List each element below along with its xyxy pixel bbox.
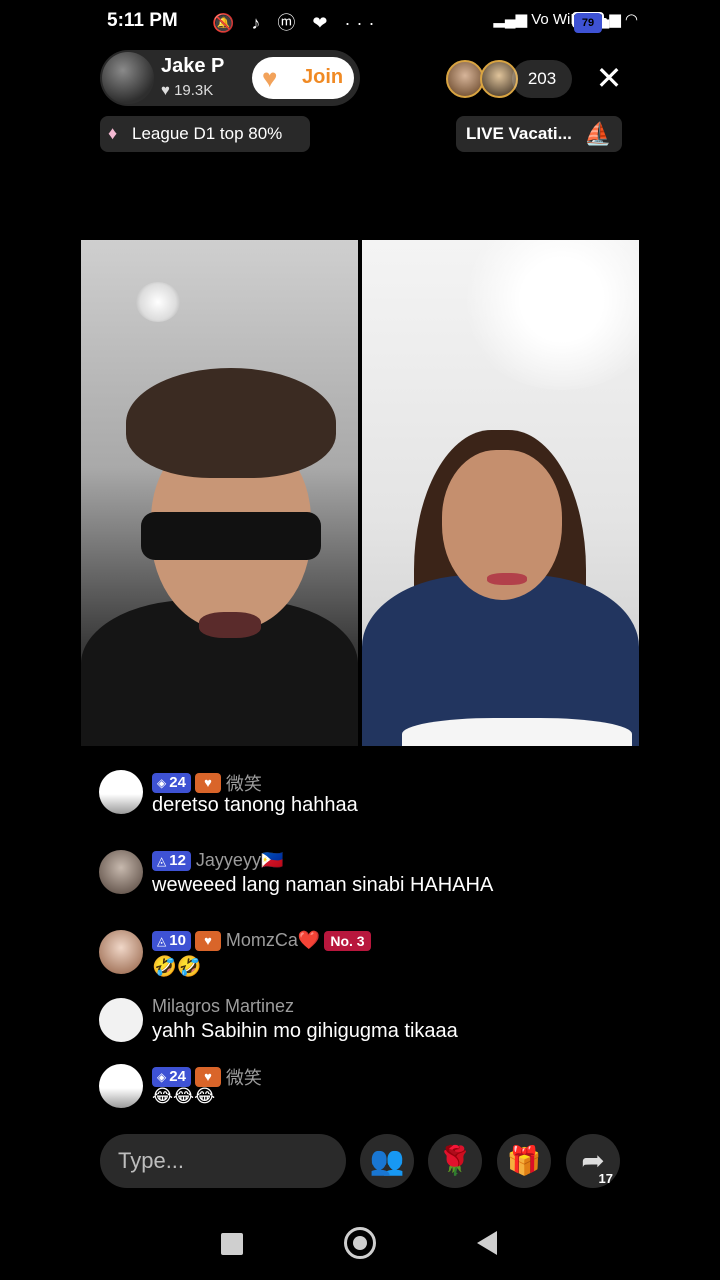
- viewer-count[interactable]: 203: [512, 60, 572, 98]
- commenter-name[interactable]: MomzCa❤️: [226, 930, 320, 951]
- commenter-avatar[interactable]: [99, 770, 143, 814]
- commenter-avatar[interactable]: [99, 1064, 143, 1108]
- sailboat-icon: ⛵: [584, 121, 612, 146]
- gift-icon: 🎁: [506, 1145, 542, 1176]
- blanket: [402, 718, 632, 746]
- commenter-avatar[interactable]: [99, 930, 143, 974]
- level-icon: ◬: [157, 853, 167, 868]
- level-icon: ◬: [157, 933, 167, 948]
- comment-text: weweeed lang naman sinabi HAHAHA: [152, 874, 494, 896]
- level-badge: ◈ 24: [152, 773, 191, 793]
- level-badge: ◬ 12: [152, 850, 191, 871]
- rose-gift-button[interactable]: 🌹: [428, 1134, 482, 1188]
- host-name: Jake P: [161, 55, 225, 77]
- commenter-name[interactable]: Jayyeyy🇵🇭: [196, 850, 283, 871]
- level-icon: ◈: [157, 1070, 167, 1084]
- guest-lips: [487, 573, 527, 585]
- heart-icon: ♥: [161, 82, 170, 99]
- share-count: 17: [598, 1171, 613, 1186]
- sunglasses: [141, 512, 321, 560]
- light-glow: [457, 240, 639, 390]
- fan-badge-icon: ♥: [194, 930, 221, 951]
- signal-wifi-indicator: ▂▄▆ Vo WiFi ▂▄▆ ◠: [493, 11, 638, 28]
- back-icon[interactable]: [477, 1231, 497, 1255]
- league-text: League D1 top 80%: [132, 124, 283, 143]
- comment-text: yahh Sabihin mo gihigugma tikaaa: [152, 1020, 458, 1042]
- join-heart-icon: ♥: [262, 63, 278, 93]
- fan-badge-icon: ♥: [194, 1067, 221, 1087]
- commenter-name[interactable]: 微笑: [226, 770, 262, 796]
- top-viewer-avatar[interactable]: [446, 60, 484, 98]
- commenter-name[interactable]: 微笑: [226, 1064, 262, 1090]
- rose-icon: 🌹: [437, 1145, 473, 1176]
- gift-button[interactable]: 🎁: [497, 1134, 551, 1188]
- status-time: 5:11 PM: [107, 10, 178, 31]
- diamond-icon: ♦: [108, 123, 118, 143]
- battery-level: 79: [574, 13, 602, 33]
- host-likes: ♥ 19.3K: [161, 82, 213, 99]
- comment-badges: ◈ 24 ♥ 微笑: [152, 770, 262, 794]
- home-icon[interactable]: [344, 1227, 376, 1259]
- share-button[interactable]: ➦ 17: [566, 1134, 620, 1188]
- comment-badges: ◬ 12 Jayyeyy🇵🇭: [152, 850, 283, 872]
- fan-badge-icon: ♥: [194, 773, 221, 793]
- join-label: Join: [302, 66, 344, 88]
- host-avatar[interactable]: [102, 52, 154, 104]
- people-icon: 👥: [369, 1145, 405, 1176]
- league-badge[interactable]: ♦ League D1 top 80%: [100, 116, 310, 152]
- close-icon[interactable]: ✕: [592, 60, 626, 96]
- level-number: 24: [169, 1068, 186, 1085]
- commenter-avatar[interactable]: [99, 850, 143, 894]
- host-info[interactable]: Jake P ♥ 19.3K ♥ Join: [100, 50, 360, 106]
- comment-input[interactable]: Type...: [100, 1134, 346, 1188]
- comment-badges: ◈ 24 ♥ 微笑: [152, 1064, 262, 1088]
- host-likes-count: 19.3K: [174, 82, 214, 99]
- host-mouth: [199, 612, 261, 638]
- comment-item[interactable]: ◬ 12 Jayyeyy🇵🇭 weweeed lang naman sinabi H…: [99, 850, 619, 900]
- level-icon: ◈: [157, 776, 167, 790]
- commenter-avatar[interactable]: [99, 998, 143, 1042]
- host-hair: [126, 368, 336, 478]
- comment-badges: ◬ 10 ♥ MomzCa❤️ No. 3: [152, 930, 371, 952]
- level-badge: ◈ 24: [152, 1067, 191, 1087]
- comment-text: 😂😂😂: [152, 1086, 216, 1106]
- comment-item[interactable]: Milagros Martinez yahh Sabihin mo gihigu…: [99, 996, 619, 1046]
- comment-badges: Milagros Martinez: [152, 996, 294, 1018]
- join-button[interactable]: ♥ Join: [252, 57, 354, 99]
- commenter-name[interactable]: Milagros Martinez: [152, 996, 294, 1017]
- comment-text: 🤣🤣: [152, 956, 202, 978]
- guests-button[interactable]: 👥: [360, 1134, 414, 1188]
- live-event-badge[interactable]: LIVE Vacati... ⛵: [456, 116, 622, 152]
- status-bar: 5:11 PM 🔕 ♪ ⓜ ❤ ··· ▂▄▆ Vo WiFi ▂▄▆ ◠ 79: [0, 0, 720, 44]
- host-video-feed[interactable]: [81, 240, 358, 746]
- rank-badge: No. 3: [324, 930, 371, 951]
- comment-item[interactable]: ◈ 24 ♥ 微笑 😂😂😂: [99, 1064, 619, 1112]
- level-number: 24: [169, 774, 186, 791]
- guest-video-feed[interactable]: [362, 240, 639, 746]
- recent-apps-icon[interactable]: [221, 1233, 243, 1255]
- live-event-text: LIVE Vacati...: [466, 124, 572, 143]
- battery-icon: 79: [572, 12, 607, 33]
- comment-input-placeholder: Type...: [118, 1148, 185, 1173]
- notification-icons: 🔕 ♪ ⓜ ❤ ···: [212, 13, 381, 33]
- level-number: 10: [169, 931, 186, 949]
- comment-text: deretso tanong hahhaa: [152, 794, 358, 816]
- comment-item[interactable]: ◈ 24 ♥ 微笑 deretso tanong hahhaa: [99, 770, 619, 820]
- level-number: 12: [169, 851, 186, 869]
- comment-item[interactable]: ◬ 10 ♥ MomzCa❤️ No. 3 🤣🤣: [99, 930, 619, 980]
- level-badge: ◬ 10: [152, 930, 191, 951]
- ceiling-lamp: [136, 282, 180, 322]
